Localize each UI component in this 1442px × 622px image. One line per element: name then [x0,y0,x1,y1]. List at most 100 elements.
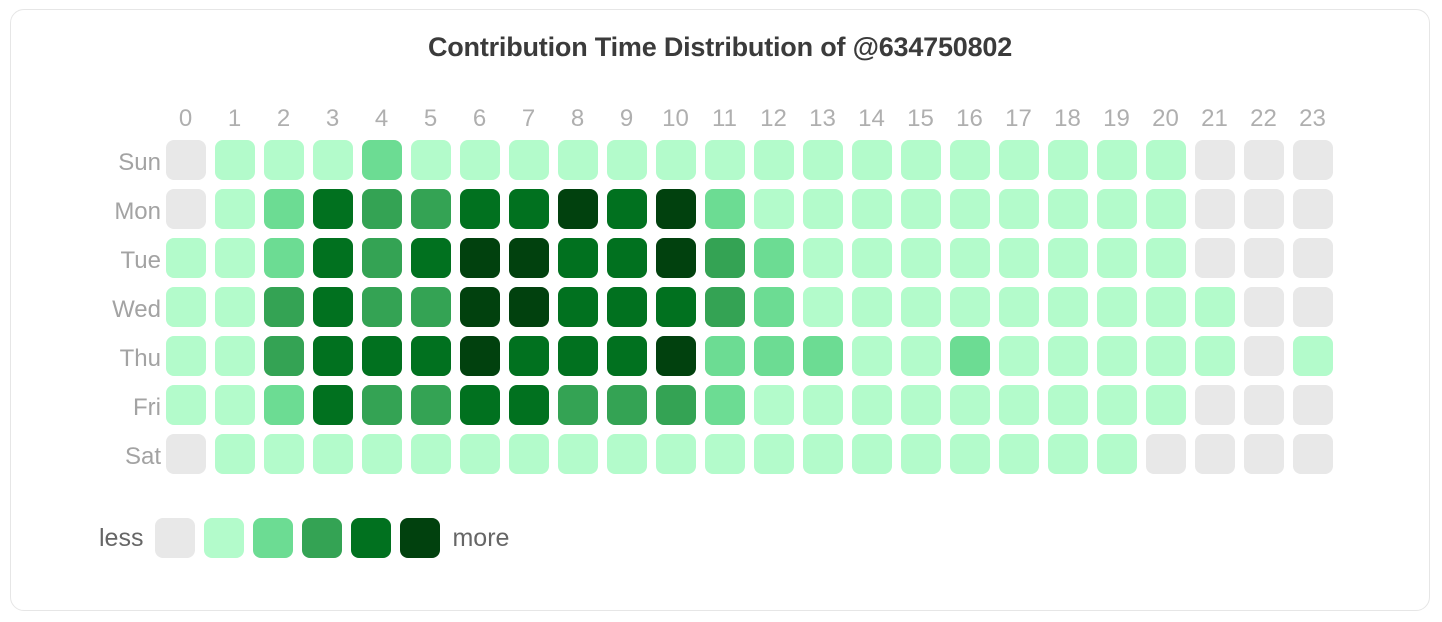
heatmap-cell-mon-4[interactable] [361,189,402,229]
heatmap-cell-thu-2[interactable] [263,336,304,376]
heatmap-cell-thu-6[interactable] [459,336,500,376]
heatmap-cell-mon-18[interactable] [1047,189,1088,229]
heatmap-cell-wed-18[interactable] [1047,287,1088,327]
heatmap-cell-mon-11[interactable] [704,189,745,229]
heatmap-cell-sat-13[interactable] [802,434,843,474]
heatmap-cell-sat-17[interactable] [998,434,1039,474]
heatmap-cell-tue-22[interactable] [1243,238,1284,278]
heatmap-cell-sun-18[interactable] [1047,140,1088,180]
heatmap-cell-thu-21[interactable] [1194,336,1235,376]
heatmap-cell-wed-3[interactable] [312,287,353,327]
heatmap-cell-wed-15[interactable] [900,287,941,327]
heatmap-cell-fri-5[interactable] [410,385,451,425]
heatmap-cell-thu-15[interactable] [900,336,941,376]
heatmap-cell-mon-21[interactable] [1194,189,1235,229]
heatmap-cell-wed-23[interactable] [1292,287,1333,327]
heatmap-cell-sat-6[interactable] [459,434,500,474]
heatmap-cell-fri-0[interactable] [165,385,206,425]
heatmap-cell-tue-20[interactable] [1145,238,1186,278]
heatmap-cell-wed-0[interactable] [165,287,206,327]
heatmap-cell-wed-10[interactable] [655,287,696,327]
heatmap-cell-wed-2[interactable] [263,287,304,327]
heatmap-cell-sat-5[interactable] [410,434,451,474]
heatmap-cell-wed-17[interactable] [998,287,1039,327]
heatmap-cell-thu-17[interactable] [998,336,1039,376]
heatmap-cell-fri-6[interactable] [459,385,500,425]
heatmap-cell-fri-22[interactable] [1243,385,1284,425]
heatmap-cell-thu-0[interactable] [165,336,206,376]
heatmap-cell-tue-4[interactable] [361,238,402,278]
heatmap-cell-tue-23[interactable] [1292,238,1333,278]
heatmap-cell-wed-8[interactable] [557,287,598,327]
heatmap-cell-sun-16[interactable] [949,140,990,180]
heatmap-cell-mon-5[interactable] [410,189,451,229]
heatmap-cell-fri-23[interactable] [1292,385,1333,425]
heatmap-cell-sun-12[interactable] [753,140,794,180]
heatmap-cell-thu-19[interactable] [1096,336,1137,376]
heatmap-cell-sun-13[interactable] [802,140,843,180]
heatmap-cell-tue-14[interactable] [851,238,892,278]
heatmap-cell-tue-8[interactable] [557,238,598,278]
heatmap-cell-wed-11[interactable] [704,287,745,327]
heatmap-cell-sun-14[interactable] [851,140,892,180]
heatmap-cell-fri-15[interactable] [900,385,941,425]
heatmap-cell-fri-17[interactable] [998,385,1039,425]
heatmap-cell-thu-23[interactable] [1292,336,1333,376]
heatmap-cell-wed-21[interactable] [1194,287,1235,327]
heatmap-cell-sun-0[interactable] [165,140,206,180]
heatmap-cell-fri-8[interactable] [557,385,598,425]
heatmap-cell-sun-1[interactable] [214,140,255,180]
heatmap-cell-fri-20[interactable] [1145,385,1186,425]
heatmap-cell-mon-8[interactable] [557,189,598,229]
heatmap-cell-fri-1[interactable] [214,385,255,425]
heatmap-cell-tue-6[interactable] [459,238,500,278]
heatmap-cell-tue-15[interactable] [900,238,941,278]
heatmap-cell-wed-6[interactable] [459,287,500,327]
heatmap-cell-mon-13[interactable] [802,189,843,229]
heatmap-cell-tue-2[interactable] [263,238,304,278]
heatmap-cell-sat-3[interactable] [312,434,353,474]
heatmap-cell-fri-4[interactable] [361,385,402,425]
heatmap-cell-mon-20[interactable] [1145,189,1186,229]
heatmap-cell-mon-15[interactable] [900,189,941,229]
heatmap-cell-tue-3[interactable] [312,238,353,278]
heatmap-cell-wed-1[interactable] [214,287,255,327]
heatmap-cell-thu-18[interactable] [1047,336,1088,376]
heatmap-cell-fri-9[interactable] [606,385,647,425]
heatmap-cell-sun-22[interactable] [1243,140,1284,180]
heatmap-cell-tue-13[interactable] [802,238,843,278]
heatmap-cell-mon-9[interactable] [606,189,647,229]
heatmap-cell-fri-21[interactable] [1194,385,1235,425]
heatmap-cell-thu-1[interactable] [214,336,255,376]
heatmap-cell-wed-19[interactable] [1096,287,1137,327]
heatmap-cell-mon-3[interactable] [312,189,353,229]
heatmap-cell-thu-11[interactable] [704,336,745,376]
heatmap-cell-thu-16[interactable] [949,336,990,376]
heatmap-cell-mon-19[interactable] [1096,189,1137,229]
heatmap-cell-tue-21[interactable] [1194,238,1235,278]
heatmap-cell-sat-15[interactable] [900,434,941,474]
heatmap-cell-sat-10[interactable] [655,434,696,474]
heatmap-cell-tue-5[interactable] [410,238,451,278]
heatmap-cell-sat-0[interactable] [165,434,206,474]
heatmap-cell-mon-23[interactable] [1292,189,1333,229]
heatmap-cell-sat-21[interactable] [1194,434,1235,474]
heatmap-cell-thu-8[interactable] [557,336,598,376]
heatmap-cell-fri-2[interactable] [263,385,304,425]
heatmap-cell-mon-2[interactable] [263,189,304,229]
heatmap-cell-sat-9[interactable] [606,434,647,474]
heatmap-cell-mon-1[interactable] [214,189,255,229]
heatmap-cell-sat-18[interactable] [1047,434,1088,474]
heatmap-cell-thu-10[interactable] [655,336,696,376]
heatmap-cell-sun-20[interactable] [1145,140,1186,180]
heatmap-cell-tue-16[interactable] [949,238,990,278]
heatmap-cell-sat-20[interactable] [1145,434,1186,474]
heatmap-cell-tue-19[interactable] [1096,238,1137,278]
heatmap-cell-thu-5[interactable] [410,336,451,376]
heatmap-cell-fri-7[interactable] [508,385,549,425]
heatmap-cell-fri-18[interactable] [1047,385,1088,425]
heatmap-cell-sun-3[interactable] [312,140,353,180]
heatmap-cell-thu-22[interactable] [1243,336,1284,376]
heatmap-cell-sun-4[interactable] [361,140,402,180]
heatmap-cell-mon-17[interactable] [998,189,1039,229]
